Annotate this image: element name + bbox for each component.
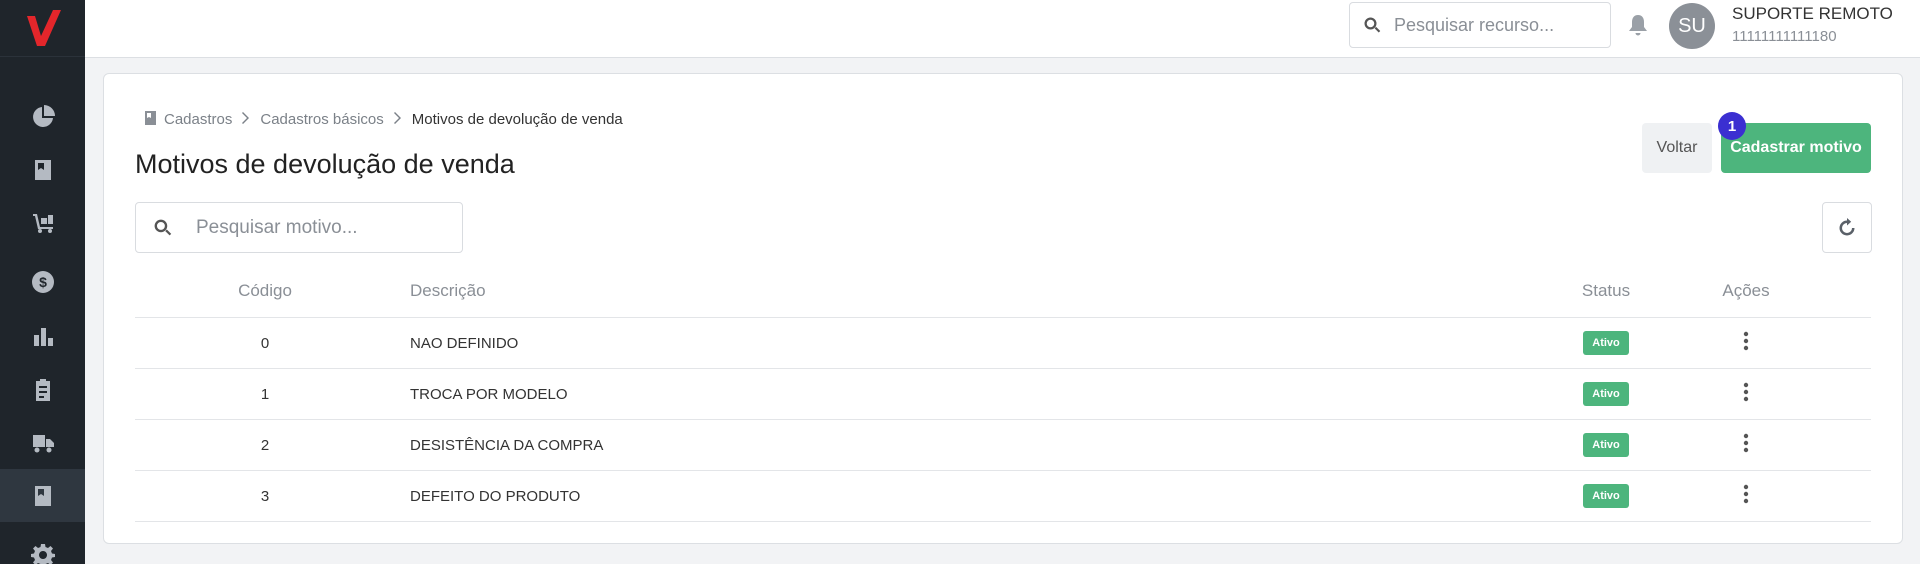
sidebar-item-estoque[interactable] [0,196,85,249]
gear-icon [30,543,55,564]
book-icon [34,159,51,180]
pie-chart-icon [32,104,55,127]
sidebar-item-relatorios[interactable] [0,310,85,363]
sidebar-item-cadastros[interactable] [0,143,85,196]
cell-description: DEFEITO DO PRODUTO [410,487,581,505]
cell-description: NAO DEFINIDO [410,334,519,352]
more-vertical-icon[interactable] [1743,433,1749,457]
status-badge: Ativo [1583,382,1629,406]
table-header: Código Descrição Status Ações [135,264,1871,318]
content-card: Cadastros Cadastros básicos Motivos de d… [103,73,1903,544]
cell-status: Ativo [1536,331,1676,355]
step-badge: 1 [1718,112,1746,140]
back-button[interactable]: Voltar [1642,123,1712,173]
svg-text:$: $ [39,274,47,290]
cell-status: Ativo [1536,382,1676,406]
sidebar: $ [0,0,85,564]
sidebar-item-financeiro[interactable]: $ [0,255,85,308]
cell-actions [1676,331,1816,355]
sidebar-item-dashboard[interactable] [0,90,85,143]
motive-search[interactable] [135,202,463,253]
book-icon [144,110,164,129]
column-header-status: Status [1581,280,1631,300]
status-badge: Ativo [1583,484,1629,508]
sidebar-item-configuracoes[interactable] [0,528,85,564]
cell-description: TROCA POR MODELO [410,385,568,403]
dolly-icon [32,213,53,233]
search-icon [136,218,188,237]
sidebar-item-pedidos[interactable] [0,363,85,416]
more-vertical-icon[interactable] [1743,382,1749,406]
book-icon [34,485,51,506]
breadcrumb-item-current: Motivos de devolução de venda [411,111,623,128]
truck-icon [32,434,54,452]
user-name[interactable]: SUPORTE REMOTO [1732,4,1893,24]
avatar[interactable]: SU [1669,3,1715,49]
search-icon [1350,16,1394,34]
breadcrumb-item-cadastros-basicos[interactable]: Cadastros básicos [260,111,383,128]
cell-code: 0 [260,334,270,352]
app-logo[interactable] [0,0,85,57]
cell-status: Ativo [1536,484,1676,508]
cell-actions [1676,484,1816,508]
column-header-description: Descrição [410,280,486,300]
refresh-button[interactable] [1822,202,1872,253]
cell-code: 3 [260,487,270,505]
column-header-code: Código [238,280,292,300]
chevron-right-icon [242,111,250,128]
logo-icon [26,10,61,46]
clipboard-icon [35,378,50,401]
bar-chart-icon [33,327,53,346]
cell-actions [1676,382,1816,406]
motive-search-input[interactable] [196,216,456,239]
refresh-icon [1839,217,1855,235]
more-vertical-icon[interactable] [1743,331,1749,355]
column-header-actions: Ações [1722,280,1770,300]
sidebar-item-cadastros-basicos[interactable] [0,469,85,522]
table-row: 0 NAO DEFINIDO Ativo [135,318,1871,369]
dollar-icon: $ [31,270,54,293]
cell-status: Ativo [1536,433,1676,457]
resource-search-input[interactable] [1394,14,1594,36]
page-title: Motivos de devolução de venda [135,149,515,179]
cell-code: 2 [260,436,270,454]
cell-code: 1 [260,385,270,403]
table-row: 1 TROCA POR MODELO Ativo [135,369,1871,420]
sidebar-item-entregas[interactable] [0,416,85,469]
breadcrumb: Cadastros Cadastros básicos Motivos de d… [144,110,623,129]
cell-description: DESISTÊNCIA DA COMPRA [410,436,604,454]
resource-search[interactable] [1349,2,1611,48]
chevron-right-icon [393,111,402,128]
table-row: 3 DEFEITO DO PRODUTO Ativo [135,471,1871,522]
status-badge: Ativo [1583,331,1629,355]
more-vertical-icon[interactable] [1743,484,1749,508]
motives-table: Código Descrição Status Ações 0 NAO DEFI… [135,264,1871,522]
top-bar: SU SUPORTE REMOTO 11111111111180 [85,0,1920,58]
cell-actions [1676,433,1816,457]
user-id: 11111111111180 [1732,28,1837,45]
table-row: 2 DESISTÊNCIA DA COMPRA Ativo [135,420,1871,471]
status-badge: Ativo [1583,433,1629,457]
notifications-bell-icon[interactable] [1625,12,1651,38]
breadcrumb-item-cadastros[interactable]: Cadastros [164,111,232,128]
